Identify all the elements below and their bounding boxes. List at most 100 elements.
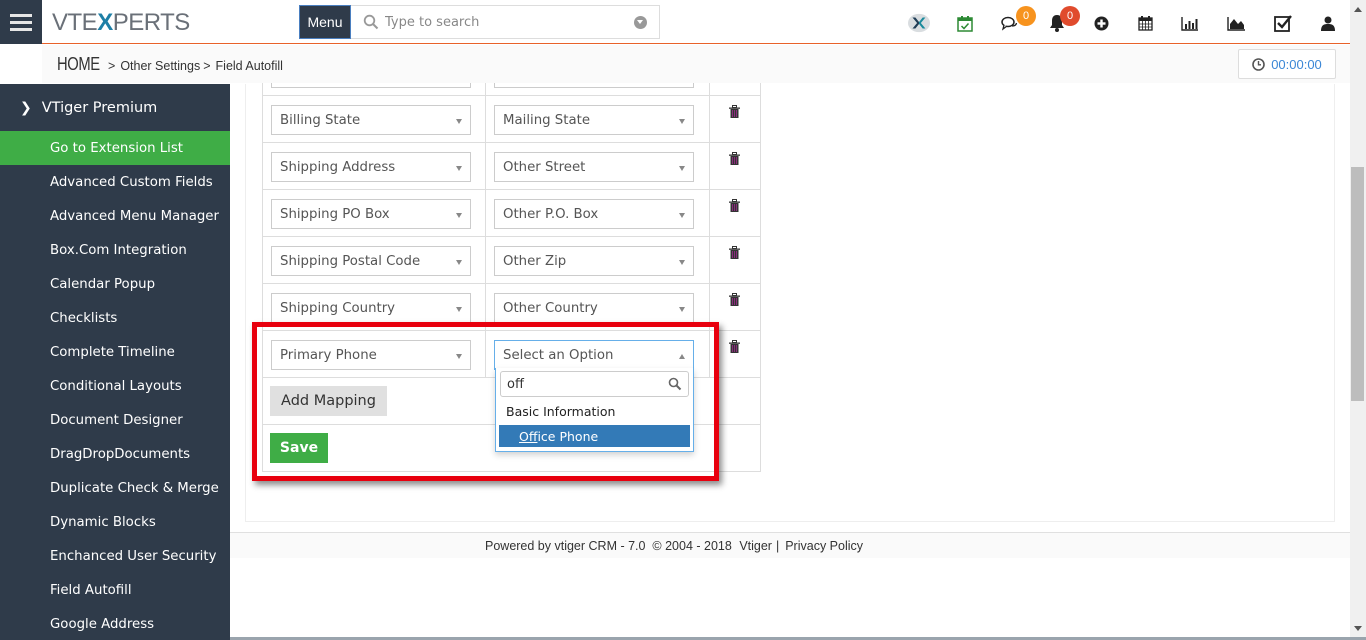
target-field-select[interactable]: Other Street xyxy=(494,152,694,182)
footer-privacy-link[interactable]: Privacy Policy xyxy=(785,539,863,553)
sidebar-item-box-com-integration[interactable]: Box.Com Integration xyxy=(0,233,230,267)
delete-trash-icon[interactable] xyxy=(729,152,740,169)
source-field-select[interactable]: Primary Phone xyxy=(271,340,471,370)
target-field-select[interactable]: Select an Option xyxy=(494,340,694,370)
mapping-row: Shipping PO Box Other P.O. Box xyxy=(262,190,761,237)
scrollbar-thumb[interactable] xyxy=(1351,167,1364,401)
breadcrumb-separator: > xyxy=(108,59,116,73)
source-field-select[interactable]: Billing State xyxy=(271,105,471,135)
select-arrow-icon xyxy=(679,260,685,265)
timer-button[interactable]: 00:00:00 xyxy=(1238,49,1336,79)
top-header: VTEXPERTS Menu 0 0 xyxy=(0,0,1350,44)
sidebar-item-advanced-custom-fields[interactable]: Advanced Custom Fields xyxy=(0,165,230,199)
target-field-select[interactable]: Other P.O. Box xyxy=(494,199,694,229)
option-rest-text: ice Phone xyxy=(537,428,599,444)
hamburger-menu-icon[interactable] xyxy=(0,0,42,44)
sidebar-item-complete-timeline[interactable]: Complete Timeline xyxy=(0,335,230,369)
source-field-select[interactable]: Shipping Country xyxy=(271,293,471,323)
sidebar-item-duplicate-check-merge[interactable]: Duplicate Check & Merge xyxy=(0,471,230,505)
sidebar-header-vtiger-premium[interactable]: ❯ VTiger Premium xyxy=(0,84,230,131)
select-arrow-icon xyxy=(679,166,685,171)
sidebar-item-dynamic-blocks[interactable]: Dynamic Blocks xyxy=(0,505,230,539)
task-check-icon[interactable] xyxy=(1272,12,1294,34)
sidebar-item-document-designer[interactable]: Document Designer xyxy=(0,403,230,437)
user-icon[interactable] xyxy=(1317,12,1339,34)
source-field-select[interactable]: Shipping PO Box xyxy=(271,199,471,229)
sidebar-item-advanced-menu-manager[interactable]: Advanced Menu Manager xyxy=(0,199,230,233)
delete-trash-icon[interactable] xyxy=(729,340,740,357)
calendar-check-icon[interactable] xyxy=(954,12,976,34)
sidebar-item-conditional-layouts[interactable]: Conditional Layouts xyxy=(0,369,230,403)
target-field-cell: Other Zip xyxy=(486,237,710,283)
vtexperts-logo[interactable]: VTEXPERTS xyxy=(52,9,190,37)
delete-trash-icon[interactable] xyxy=(729,293,740,310)
target-field-cell: Other P.O. Box xyxy=(486,190,710,236)
delete-trash-icon[interactable] xyxy=(729,105,740,122)
source-field-cell: Primary Phone xyxy=(263,331,486,377)
source-field-cell: Billing State xyxy=(263,96,486,142)
select-arrow-icon xyxy=(679,307,685,312)
breadcrumb-other-settings[interactable]: Other Settings xyxy=(120,59,200,73)
breadcrumb: HOME > Other Settings > Field Autofill xyxy=(57,54,283,75)
source-field-select[interactable]: Shipping Address xyxy=(271,152,471,182)
timer-value: 00:00:00 xyxy=(1271,56,1322,72)
mapping-row: Shipping Country Other Country xyxy=(262,284,761,331)
delete-trash-icon[interactable] xyxy=(729,199,740,216)
select-arrow-icon xyxy=(456,166,462,171)
menu-button[interactable]: Menu xyxy=(299,5,351,39)
search-input[interactable] xyxy=(385,14,635,30)
target-field-select[interactable]: Other Country xyxy=(494,293,694,323)
sidebar-item-dragdropdocuments[interactable]: DragDropDocuments xyxy=(0,437,230,471)
sidebar-item-go-to-extension-list[interactable]: Go to Extension List xyxy=(0,131,230,165)
select-arrow-icon xyxy=(456,260,462,265)
source-field-value: Shipping Country xyxy=(280,300,396,316)
search-options-chevron-icon[interactable] xyxy=(634,16,647,29)
sidebar-item-checklists[interactable]: Checklists xyxy=(0,301,230,335)
area-chart-icon[interactable] xyxy=(1225,12,1247,34)
select-arrow-icon xyxy=(456,119,462,124)
bar-chart-icon[interactable] xyxy=(1179,12,1201,34)
chevron-right-icon: ❯ xyxy=(20,99,32,116)
source-field-cell: Shipping Postal Code xyxy=(263,237,486,283)
calendar-icon[interactable] xyxy=(1134,12,1156,34)
sidebar-item-field-autofill[interactable]: Field Autofill xyxy=(0,573,230,607)
sidebar-item-calendar-popup[interactable]: Calendar Popup xyxy=(0,267,230,301)
target-field-value: Other P.O. Box xyxy=(503,206,599,222)
target-field-select[interactable]: Other Zip xyxy=(494,246,694,276)
sidebar-header-label: VTiger Premium xyxy=(41,99,158,116)
source-field-cell: Shipping Country xyxy=(263,284,486,330)
logo-text-x: X xyxy=(97,9,113,36)
vtexperts-icon[interactable] xyxy=(908,12,930,34)
vertical-scrollbar[interactable] xyxy=(1350,0,1366,640)
breadcrumb-home[interactable]: HOME xyxy=(57,54,100,75)
add-mapping-button[interactable]: Add Mapping xyxy=(270,386,387,416)
select-arrow-icon xyxy=(679,119,685,124)
dropdown-option-office-phone[interactable]: Off ice Phone xyxy=(499,425,690,447)
source-field-select[interactable]: Shipping Postal Code xyxy=(271,246,471,276)
select-arrow-icon xyxy=(679,354,685,359)
search-icon xyxy=(668,377,682,391)
delete-trash-icon[interactable] xyxy=(729,246,740,263)
sidebar-item-google-address[interactable]: Google Address xyxy=(0,607,230,640)
source-field-value: Shipping Address xyxy=(280,159,396,175)
mapping-row: Billing State Mailing State xyxy=(262,96,761,143)
target-field-select[interactable]: Mailing State xyxy=(494,105,694,135)
bell-icon[interactable]: 0 xyxy=(1046,6,1080,34)
footer: Powered by vtiger CRM - 7.0 © 2004 - 201… xyxy=(230,532,1350,558)
sidebar-item-enchanced-user-security[interactable]: Enchanced User Security xyxy=(0,539,230,573)
save-button[interactable]: Save xyxy=(270,433,328,463)
target-field-value: Mailing State xyxy=(503,112,590,128)
footer-powered-text: Powered by vtiger CRM - 7.0 © 2004 - 201… xyxy=(485,538,736,553)
footer-vtiger-link[interactable]: Vtiger xyxy=(739,539,772,553)
option-match-text: Off xyxy=(519,428,538,444)
chat-icon[interactable]: 0 xyxy=(999,6,1036,34)
scroll-up-arrow-icon[interactable] xyxy=(1354,7,1362,12)
notification-count-badge: 0 xyxy=(1060,6,1080,26)
select-arrow-icon xyxy=(679,213,685,218)
logo-text-suffix: PERTS xyxy=(112,9,191,36)
global-search[interactable] xyxy=(351,5,660,39)
plus-circle-icon[interactable] xyxy=(1090,12,1112,34)
dropdown-search-input[interactable]: off xyxy=(500,371,689,397)
chat-count-badge: 0 xyxy=(1016,6,1036,26)
scroll-down-arrow-icon[interactable] xyxy=(1354,626,1362,631)
